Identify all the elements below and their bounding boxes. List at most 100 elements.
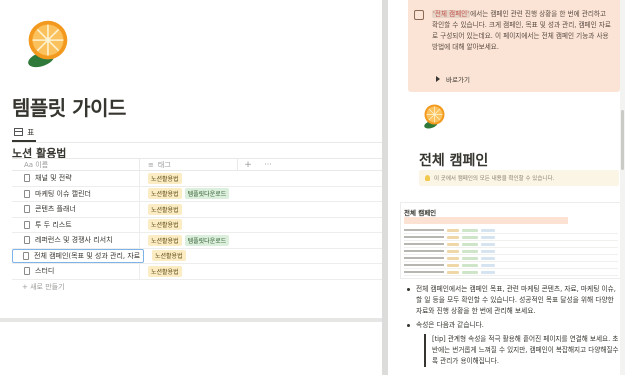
row-title: 채널 및 전략 <box>35 174 72 183</box>
row-title: 전체 캠페인(목표 및 성과 관리, 자료 관리) <box>34 251 143 260</box>
screenshot-row <box>404 255 618 262</box>
cell-name[interactable]: 마케팅 이슈 캘린더 <box>12 186 140 201</box>
add-column-button[interactable]: + <box>238 160 258 170</box>
screenshot-cell <box>462 263 478 267</box>
screenshot-highlight <box>404 217 568 224</box>
screenshot-cell <box>481 256 495 260</box>
subpage-title: 전체 캠페인 <box>419 153 489 169</box>
triangle-right-icon <box>436 76 440 82</box>
screenshot-cell <box>404 257 444 259</box>
cell-tag[interactable]: 노션활용법 템플릿다운로드 <box>140 234 270 246</box>
tag-badge: 노션활용법 <box>148 188 182 200</box>
callout-icon <box>414 10 424 20</box>
screenshot-row <box>404 227 618 234</box>
screenshot-cell <box>404 264 444 266</box>
cell-tag[interactable]: 노션활용법 <box>140 203 270 215</box>
screenshot-title: 전체 캠페인 <box>404 209 437 217</box>
screenshot-cell <box>404 243 444 245</box>
screenshot-cell <box>481 242 495 246</box>
screenshot-table <box>404 227 618 276</box>
document-icon <box>24 189 30 198</box>
cell-name[interactable]: 콘텐츠 플래너 <box>12 202 140 217</box>
table-row[interactable]: 콘텐츠 플래너 노션활용법 <box>12 202 382 218</box>
right-pane: '전체 캠페인'에서는 캠페인 관련 진행 상황을 한 번에 관리하고 확인할 … <box>388 0 625 375</box>
left-pane: 템플릿 가이드 표 노션 활용법 Aa 이름 ≡ 태그 + ··· 채널 및 전… <box>0 0 382 322</box>
tag-badge: 노션활용법 <box>148 219 182 231</box>
cell-name[interactable]: 전체 캠페인(목표 및 성과 관리, 자료 관리) <box>12 248 144 263</box>
screenshot-cell <box>462 242 478 246</box>
screenshot-row <box>404 241 618 248</box>
document-icon <box>23 251 29 260</box>
document-icon <box>24 236 30 245</box>
list-item: 속성은 다음과 같습니다. <box>404 320 620 331</box>
tab-table-view[interactable]: 표 <box>14 124 34 140</box>
table-row[interactable]: 마케팅 이슈 캘린더 노션활용법 템플릿다운로드 <box>12 186 382 202</box>
table-row[interactable]: 레퍼런스 및 경쟁사 리서치 노션활용법 템플릿다운로드 <box>12 233 382 249</box>
toggle-shortcut[interactable]: 바로가기 <box>436 74 470 84</box>
orange-slice-icon <box>28 20 68 68</box>
database-table: Aa 이름 ≡ 태그 + ··· 채널 및 전략 노션활용법 마케팅 이슈 캘린더 노… <box>12 158 382 294</box>
scrollbar-track[interactable] <box>620 0 625 375</box>
screenshot-cell <box>447 256 459 260</box>
bullet-list: 전체 캠페인에서는 캠페인 목표, 관련 마케팅 콘텐츠, 자료, 마케팅 이슈… <box>404 284 620 367</box>
embedded-screenshot: 전체 캠페인 <box>400 202 622 279</box>
screenshot-cell <box>481 228 495 232</box>
table-row[interactable]: 투 두 리스트 노션활용법 <box>12 217 382 233</box>
table-icon <box>14 128 23 136</box>
app-root: 템플릿 가이드 표 노션 활용법 Aa 이름 ≡ 태그 + ··· 채널 및 전… <box>0 0 625 375</box>
table-row[interactable]: 전체 캠페인(목표 및 성과 관리, 자료 관리) 노션활용법 <box>12 248 382 264</box>
screenshot-cell <box>404 271 444 273</box>
tag-badge: 템플릿다운로드 <box>184 188 230 200</box>
tag-badge: 노션활용법 <box>148 265 182 277</box>
screenshot-cell <box>462 235 478 239</box>
table-header: Aa 이름 ≡ 태그 + ··· <box>12 158 382 171</box>
cell-name[interactable]: 투 두 리스트 <box>12 217 140 232</box>
screenshot-cell <box>481 263 495 267</box>
list-icon: ≡ <box>148 160 154 169</box>
cell-tag[interactable]: 노션활용법 <box>140 265 270 277</box>
list-item: 전체 캠페인에서는 캠페인 목표, 관련 마케팅 콘텐츠, 자료, 마케팅 이슈… <box>404 284 620 317</box>
cell-name[interactable]: 스터디 <box>12 264 140 279</box>
note-text: 이 곳에서 캠페인의 모든 내용을 확인할 수 있습니다. <box>434 176 555 182</box>
cell-name[interactable]: 채널 및 전략 <box>12 171 140 186</box>
note-callout: 이 곳에서 캠페인의 모든 내용을 확인할 수 있습니다. <box>419 170 619 186</box>
screenshot-cell <box>447 263 459 267</box>
screenshot-row <box>404 248 618 255</box>
tip-quote: [tip] 관계형 속성을 적극 활용해 흩어진 페이지를 연결해 보세요. 초… <box>424 334 620 367</box>
cell-tag[interactable]: 노션활용법 템플릿다운로드 <box>140 188 270 200</box>
column-header-tag[interactable]: ≡ 태그 <box>140 159 238 170</box>
document-icon <box>24 205 30 214</box>
new-row-button[interactable]: + 새로 만들기 <box>12 280 382 294</box>
screenshot-cell <box>447 235 459 239</box>
screenshot-cell <box>447 242 459 246</box>
inline-code: '전체 캠페인' <box>432 10 471 18</box>
table-body: 채널 및 전략 노션활용법 마케팅 이슈 캘린더 노션활용법 템플릿다운로드 콘텐츠 플래… <box>12 171 382 280</box>
screenshot-cell <box>447 249 459 253</box>
table-row[interactable]: 스터디 노션활용법 <box>12 264 382 280</box>
callout-text: '전체 캠페인'에서는 캠페인 관련 진행 상황을 한 번에 관리하고 확인할 … <box>432 9 614 53</box>
screenshot-cell <box>447 228 459 232</box>
scrollbar-thumb[interactable] <box>621 110 624 170</box>
more-columns-button[interactable]: ··· <box>258 160 278 169</box>
screenshot-row <box>404 262 618 269</box>
screenshot-cell <box>404 250 444 252</box>
screenshot-cell <box>404 236 444 238</box>
tag-badge: 노션활용법 <box>152 250 186 262</box>
cell-tag[interactable]: 노션활용법 <box>140 219 270 231</box>
tag-badge: 템플릿다운로드 <box>184 234 230 246</box>
cell-name[interactable]: 레퍼런스 및 경쟁사 리서치 <box>12 233 140 248</box>
empty-area <box>0 322 382 375</box>
tag-badge: 노션활용법 <box>148 203 182 215</box>
row-title: 투 두 리스트 <box>35 220 72 229</box>
table-row[interactable]: 채널 및 전략 노션활용법 <box>12 171 382 187</box>
cell-tag[interactable]: 노션활용법 <box>144 250 274 262</box>
row-title: 콘텐츠 플래너 <box>35 205 76 214</box>
column-header-name[interactable]: Aa 이름 <box>12 159 140 170</box>
orange-slice-icon <box>424 104 445 129</box>
screenshot-cell <box>462 249 478 253</box>
bulb-icon <box>425 175 430 181</box>
screenshot-row <box>404 234 618 241</box>
toggle-label: 바로가기 <box>446 76 470 84</box>
cell-tag[interactable]: 노션활용법 <box>140 172 270 184</box>
screenshot-cell <box>462 270 478 274</box>
